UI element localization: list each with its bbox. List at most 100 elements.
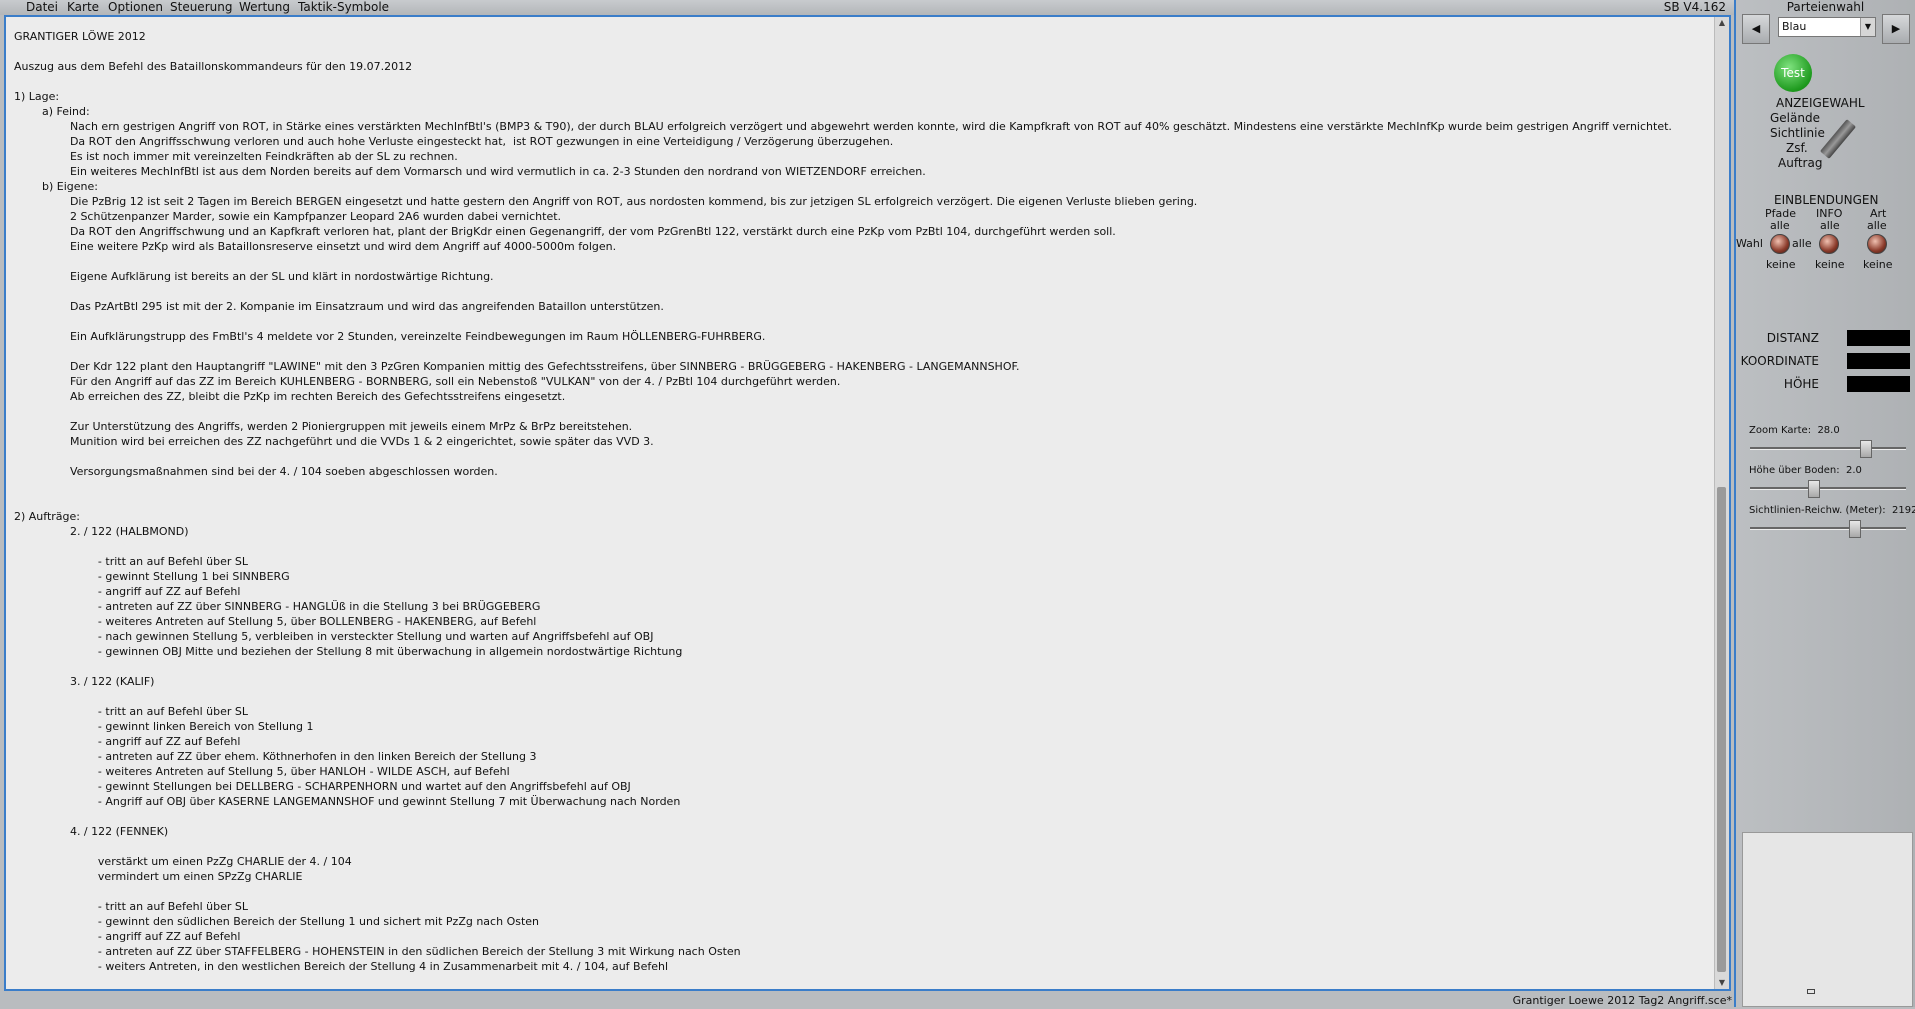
party-select[interactable]: Blau ▼ — [1778, 17, 1876, 37]
menu-wertung[interactable]: Wertung — [239, 0, 290, 15]
version-label: SB V4.162 — [1663, 0, 1726, 14]
hoehe-label: HÖHE — [1783, 377, 1819, 391]
menu-bar: Datei Karte Optionen Steuerung Wertung T… — [0, 0, 1734, 15]
document-line: Ein weiteres MechInfBtl ist aus dem Nord… — [14, 165, 926, 178]
document-line: - tritt an auf Befehl über SL — [14, 555, 249, 568]
document-line: b) Eigene: — [14, 180, 98, 193]
overlays-title: EINBLENDUNGEN — [1774, 193, 1879, 207]
document-line: 1) Lage: — [14, 90, 60, 103]
display-item-zsf[interactable]: Zsf. — [1786, 141, 1808, 155]
height-slider-value: 2.0 — [1845, 465, 1862, 476]
document-line: - tritt an auf Befehl über SL — [14, 705, 249, 718]
document-line: Der Kdr 122 plant den Hauptangriff "LAWI… — [14, 360, 1020, 373]
document-line: a) Feind: — [14, 105, 90, 118]
party-next-button[interactable]: ▶ — [1882, 14, 1910, 44]
document-line: 4. / 122 (FENNEK) — [14, 825, 169, 838]
range-slider-thumb[interactable] — [1849, 520, 1862, 538]
zoom-slider-caption: Zoom Karte: — [1749, 425, 1812, 436]
document-line: Eigene Aufklärung ist bereits an der SL … — [14, 270, 494, 283]
vertical-scrollbar[interactable]: ▲ ▼ — [1714, 17, 1729, 989]
document-line: - tritt an auf Befehl über SL — [14, 900, 249, 913]
menu-steuerung[interactable]: Steuerung — [170, 0, 232, 15]
party-prev-button[interactable]: ◀ — [1742, 14, 1770, 44]
document-line: 3. / 122 (KALIF) — [14, 675, 155, 688]
document-line: vermindert um einen SPzZg CHARLIE — [14, 870, 303, 883]
document-line: Ab erreichen des ZZ, bleibt die PzKp im … — [14, 390, 566, 403]
overlay-info-knob[interactable] — [1819, 234, 1839, 254]
scroll-thumb[interactable] — [1717, 487, 1726, 972]
document-line: - weiters Antreten, in den westlichen Be… — [14, 960, 669, 973]
document-line: - antreten auf ZZ über STAFFELBERG - HOH… — [14, 945, 741, 958]
zoom-slider-track[interactable] — [1750, 447, 1906, 450]
zoom-slider-value: 28.0 — [1817, 425, 1840, 436]
order-document-text: GRANTIGER LÖWE 2012 Auszug aus dem Befehl… — [14, 29, 1705, 989]
menu-datei[interactable]: Datei — [26, 0, 58, 15]
document-line: Versorgungsmaßnahmen sind bei der 4. / 1… — [14, 465, 498, 478]
document-line: - weiteres Antreten auf Stellung 5, über… — [14, 765, 510, 778]
document-line: - gewinnt Stellung 1 bei SINNBERG — [14, 570, 290, 583]
height-slider-track[interactable] — [1750, 487, 1906, 490]
range-slider-track[interactable] — [1750, 527, 1906, 530]
zoom-slider-thumb[interactable] — [1859, 440, 1872, 458]
party-select-value: Blau — [1782, 20, 1807, 33]
overlay-pfade-top: alle — [1770, 219, 1790, 232]
overlay-art-knob[interactable] — [1867, 234, 1887, 254]
document-line: 2) Aufträge: — [14, 510, 80, 523]
document-line: - gewinnen OBJ Mitte und beziehen der St… — [14, 645, 683, 658]
order-document-panel[interactable]: GRANTIGER LÖWE 2012 Auszug aus dem Befehl… — [4, 15, 1731, 991]
document-line: GRANTIGER LÖWE 2012 — [14, 30, 146, 43]
control-panel: Parteienwahl ◀ Blau ▼ ▶ Test ANZEIGEWAHL… — [1734, 0, 1915, 1007]
distanz-readout — [1847, 330, 1910, 346]
menu-taktik-symbole[interactable]: Taktik-Symbole — [298, 0, 389, 15]
document-line: - angriff auf ZZ auf Befehl — [14, 585, 241, 598]
height-slider-thumb[interactable] — [1808, 480, 1821, 498]
display-item-auftrag[interactable]: Auftrag — [1778, 156, 1822, 170]
pen-selector-icon[interactable] — [1819, 119, 1857, 159]
chevron-down-icon: ▼ — [1860, 18, 1875, 36]
arrow-left-icon: ◀ — [1751, 22, 1761, 35]
overlay-art-bottom: keine — [1863, 258, 1893, 271]
document-line: - antreten auf ZZ über SINNBERG - HANGLÜ… — [14, 600, 541, 613]
distanz-label: DISTANZ — [1766, 331, 1819, 345]
menu-optionen[interactable]: Optionen — [108, 0, 163, 15]
test-button[interactable]: Test — [1774, 54, 1812, 92]
scroll-down-icon[interactable]: ▼ — [1715, 977, 1729, 989]
document-line: verstärkt um einen PzZg CHARLIE der 4. /… — [14, 855, 352, 868]
zoom-slider-label: Zoom Karte: 28.0 — [1749, 425, 1840, 436]
menu-karte[interactable]: Karte — [67, 0, 99, 15]
range-slider-caption: Sichtlinien-Reichw. (Meter): — [1749, 505, 1886, 516]
document-line: Nach ern gestrigen Angriff von ROT, in S… — [14, 120, 1672, 133]
display-item-sichtlinie[interactable]: Sichtlinie — [1770, 126, 1825, 140]
party-title: Parteienwahl — [1786, 0, 1865, 14]
document-line: - weiteres Antreten auf Stellung 5, über… — [14, 615, 537, 628]
height-slider-label: Höhe über Boden: 2.0 — [1749, 465, 1862, 476]
overlay-art-top: alle — [1867, 219, 1887, 232]
height-slider-caption: Höhe über Boden: — [1749, 465, 1840, 476]
overlay-pfade-bottom: keine — [1766, 258, 1796, 271]
document-line: Es ist noch immer mit vereinzelten Feind… — [14, 150, 458, 163]
display-title: ANZEIGEWAHL — [1776, 96, 1865, 110]
document-line: - gewinnt linken Bereich von Stellung 1 — [14, 720, 314, 733]
scroll-up-icon[interactable]: ▲ — [1715, 17, 1729, 29]
wahl-alle-label: alle — [1792, 237, 1812, 250]
document-line: - Angriff auf OBJ über KASERNE LANGEMANN… — [14, 795, 681, 808]
display-item-gelaende[interactable]: Gelände — [1770, 111, 1820, 125]
document-line: - angriff auf ZZ auf Befehl — [14, 735, 241, 748]
minimap-viewport-marker[interactable] — [1807, 989, 1815, 994]
document-line: 2 Schützenpanzer Marder, sowie ein Kampf… — [14, 210, 562, 223]
overlay-pfade-knob[interactable] — [1770, 234, 1790, 254]
minimap[interactable] — [1742, 832, 1913, 1007]
document-line: Eine weitere PzKp wird als Bataillonsres… — [14, 240, 617, 253]
